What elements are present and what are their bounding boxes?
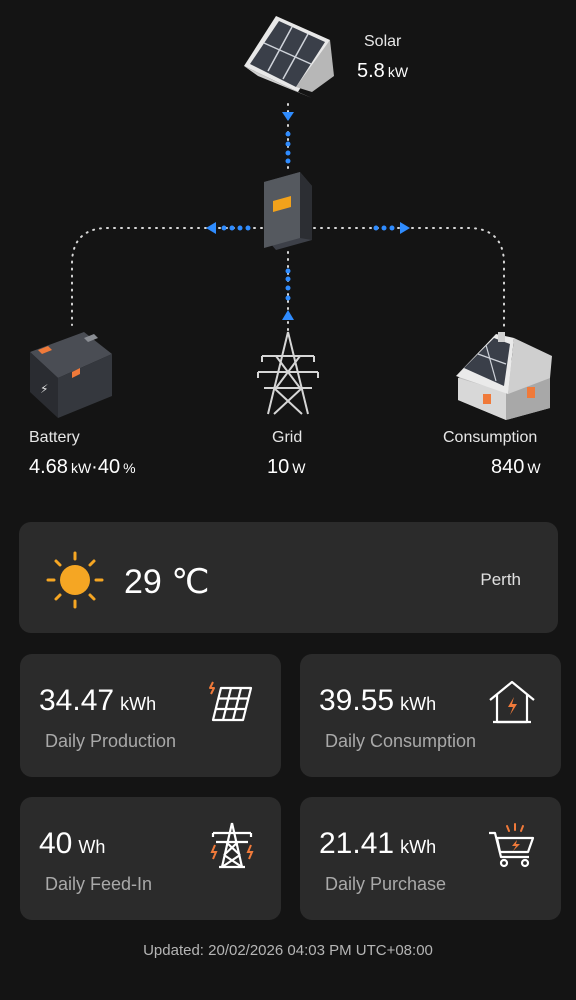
house-energy-icon	[489, 680, 535, 724]
daily-consumption-card[interactable]: 39.55 kWh Daily Consumption	[300, 654, 561, 777]
last-updated-text: Updated: 20/02/2026 04:03 PM UTC+08:00	[143, 942, 433, 959]
power-tower-icon	[210, 822, 254, 869]
solar-label: Solar	[364, 33, 402, 50]
solar-value: 5.8 kW	[357, 60, 409, 82]
grid-label: Grid	[272, 429, 303, 446]
daily-production-card[interactable]: 34.47 kWh Daily Production	[20, 654, 281, 777]
energy-flow-diagram: ⚡	[30, 16, 552, 420]
inverter-image	[264, 172, 312, 250]
stat-label: Daily Consumption	[325, 731, 477, 751]
stat-value: 39.55 kWh	[319, 684, 437, 717]
stat-value: 40 Wh	[39, 827, 106, 860]
stat-value: 34.47 kWh	[39, 684, 157, 717]
house-image	[456, 332, 552, 420]
weather-card[interactable]: 29 ℃ Perth	[19, 522, 558, 633]
daily-purchase-card[interactable]: 21.41 kWh Daily Purchase	[300, 797, 561, 920]
energy-cart-icon	[489, 823, 535, 868]
solar-panel-icon	[209, 681, 253, 722]
energy-dashboard: ⚡ Solar 5.8 kW Battery 4.68 kW·40 % Grid…	[0, 0, 576, 1000]
grid-value: 10 W	[267, 456, 306, 478]
consumption-value: 840 W	[491, 456, 541, 478]
battery-value: 4.68 kW·40%	[29, 456, 136, 478]
weather-temperature: 29 ℃	[124, 563, 210, 601]
sun-icon	[46, 551, 104, 609]
weather-city: Perth	[480, 570, 521, 589]
stat-label: Daily Feed-In	[45, 874, 153, 894]
solar-panel-image	[244, 16, 334, 98]
stat-label: Daily Purchase	[325, 874, 447, 894]
stat-value: 21.41 kWh	[319, 827, 437, 860]
battery-label: Battery	[29, 429, 80, 446]
svg-text:⚡: ⚡	[40, 382, 48, 396]
grid-tower-image	[257, 331, 319, 415]
consumption-label: Consumption	[443, 429, 538, 446]
battery-image: ⚡	[30, 332, 112, 418]
stat-label: Daily Production	[45, 731, 177, 751]
daily-feed-in-card[interactable]: 40 Wh Daily Feed-In	[20, 797, 281, 920]
